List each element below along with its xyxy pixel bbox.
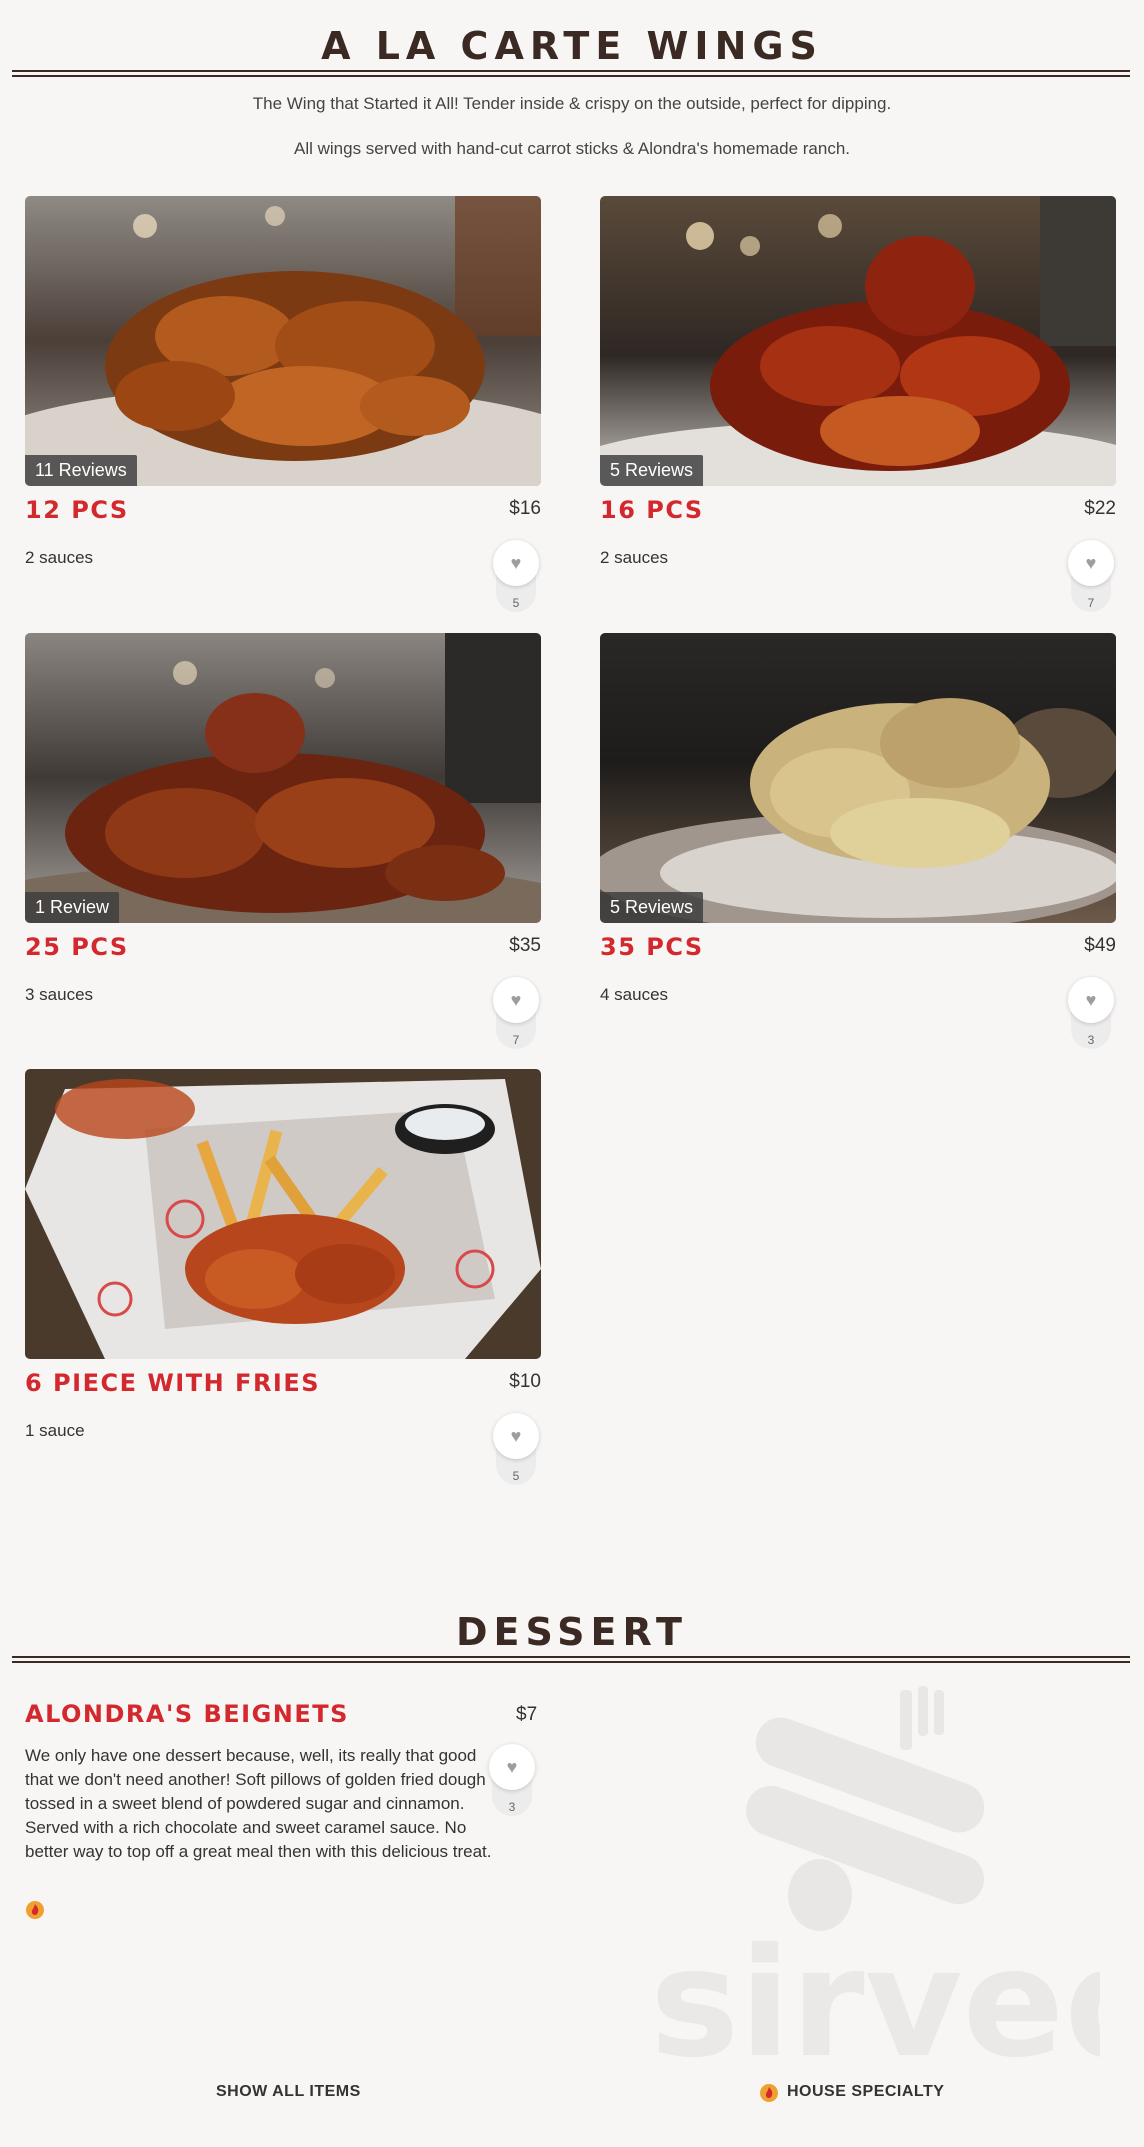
like-widget: ♥ 7 [1068, 540, 1114, 616]
menu-item-photo[interactable]: 1 Review [25, 633, 541, 923]
show-all-items-link[interactable]: SHOW ALL ITEMS [216, 2083, 361, 2101]
item-name: 6 PIECE WITH FRIES [25, 1369, 321, 1397]
sirved-watermark: sirved [650, 1686, 1100, 2070]
item-description: 2 sauces [600, 548, 669, 567]
like-count: 7 [1087, 596, 1095, 610]
item-description: 1 sauce [25, 1421, 85, 1440]
menu-item-photo[interactable]: 5 Reviews [600, 196, 1116, 486]
like-count: 3 [1087, 1033, 1095, 1047]
flame-icon [26, 1901, 44, 1919]
menu-item-photo[interactable]: 11 Reviews [25, 196, 541, 486]
heart-icon: ♥ [510, 989, 522, 1010]
reviews-badge[interactable]: 1 Review [25, 892, 120, 923]
reviews-badge[interactable]: 5 Reviews [600, 455, 704, 486]
dessert-section-title: DESSERT [456, 1610, 688, 1654]
item-price: $22 [1084, 498, 1116, 519]
reviews-badge[interactable]: 11 Reviews [25, 455, 137, 486]
menu-item-card[interactable]: 5 Reviews 16 PCS $22 2 sauces ♥ 7 [600, 196, 1116, 612]
like-widget: ♥ 5 [493, 540, 539, 616]
wings-intro-line-2: All wings served with hand-cut carrot st… [294, 139, 850, 158]
like-count: 5 [512, 596, 520, 610]
like-button[interactable]: ♥ [1068, 540, 1114, 586]
section-divider [12, 1656, 1130, 1663]
menu-item-card[interactable]: 6 PIECE WITH FRIES $10 1 sauce ♥ 5 [25, 1069, 541, 1485]
item-price: $10 [509, 1371, 541, 1392]
like-count: 5 [512, 1469, 520, 1483]
like-widget: ♥ 3 [489, 1744, 535, 1820]
sirved-watermark-text: sirved [650, 1917, 1100, 2070]
flame-icon [760, 2084, 778, 2102]
item-name: 35 PCS [600, 933, 704, 961]
reviews-badge[interactable]: 5 Reviews [600, 892, 704, 923]
heart-icon: ♥ [510, 552, 522, 573]
item-description: 3 sauces [25, 985, 94, 1004]
item-name: 16 PCS [600, 496, 704, 524]
wings-intro-line-1: The Wing that Started it All! Tender ins… [252, 94, 892, 113]
heart-icon: ♥ [506, 1756, 518, 1777]
like-button[interactable]: ♥ [493, 540, 539, 586]
heart-icon: ♥ [1085, 552, 1097, 573]
heart-icon: ♥ [1085, 989, 1097, 1010]
item-description: 4 sauces [600, 985, 669, 1004]
like-button[interactable]: ♥ [1068, 977, 1114, 1023]
menu-item-photo[interactable]: 5 Reviews [600, 633, 1116, 923]
like-button[interactable]: ♥ [493, 1413, 539, 1459]
heart-icon: ♥ [510, 1425, 522, 1446]
like-count: 7 [512, 1033, 520, 1047]
item-name: 12 PCS [25, 496, 129, 524]
like-count: 3 [508, 1800, 516, 1814]
item-price: $7 [516, 1704, 538, 1725]
like-widget: ♥ 7 [493, 977, 539, 1053]
item-price: $16 [509, 498, 541, 519]
item-description: We only have one dessert because, well, … [25, 1746, 492, 1861]
menu-item-card[interactable]: 1 Review 25 PCS $35 3 sauces ♥ 7 [25, 633, 541, 1049]
section-divider [12, 70, 1130, 77]
item-price: $35 [509, 935, 541, 956]
wings-section-title: A LA CARTE WINGS [321, 24, 823, 68]
menu-item-card[interactable]: 5 Reviews 35 PCS $49 4 sauces ♥ 3 [600, 633, 1116, 1049]
like-widget: ♥ 5 [493, 1413, 539, 1489]
item-description: 2 sauces [25, 548, 94, 567]
like-button[interactable]: ♥ [489, 1744, 535, 1790]
menu-item-card[interactable]: 11 Reviews 12 PCS $16 2 sauces ♥ 5 [25, 196, 541, 612]
house-specialty-link[interactable]: HOUSE SPECIALTY [787, 2083, 944, 2101]
like-widget: ♥ 3 [1068, 977, 1114, 1053]
like-button[interactable]: ♥ [493, 977, 539, 1023]
menu-item-photo[interactable] [25, 1069, 541, 1359]
item-name: 25 PCS [25, 933, 129, 961]
item-name: ALONDRA'S BEIGNETS [25, 1700, 349, 1728]
item-price: $49 [1084, 935, 1116, 956]
